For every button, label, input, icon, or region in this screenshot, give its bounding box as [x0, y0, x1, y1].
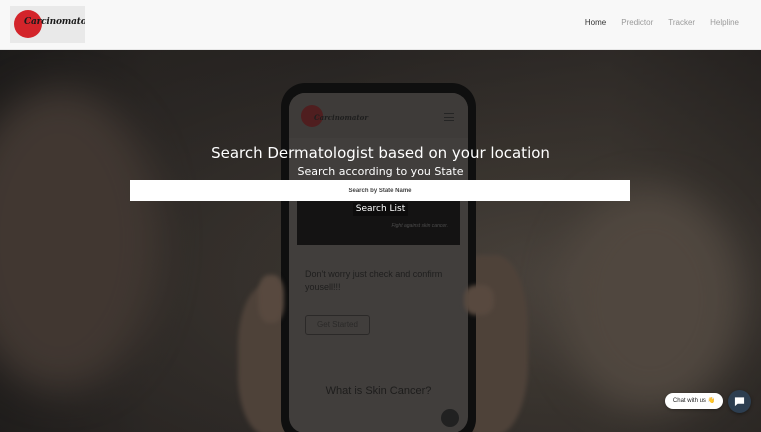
main-nav: Home Predictor Tracker Helpline: [585, 18, 739, 27]
hero-section: Carcinomator Fight against skin cancer. …: [0, 50, 761, 432]
chat-with-us-label[interactable]: Chat with us 👋: [665, 393, 723, 409]
nav-helpline[interactable]: Helpline: [710, 18, 739, 27]
nav-predictor[interactable]: Predictor: [621, 18, 653, 27]
site-header: Carcinomator Home Predictor Tracker Help…: [0, 0, 761, 50]
nav-home[interactable]: Home: [585, 18, 606, 27]
logo-text: Carcinomator: [24, 17, 85, 27]
state-search-input[interactable]: [130, 180, 630, 201]
logo[interactable]: Carcinomator: [10, 6, 85, 43]
hero-overlay: [0, 50, 761, 432]
chat-button[interactable]: [728, 390, 751, 413]
hero-title: Search Dermatologist based on your locat…: [211, 144, 550, 162]
search-list-button[interactable]: Search List: [353, 203, 408, 216]
nav-tracker[interactable]: Tracker: [668, 18, 695, 27]
hero-subtitle: Search according to you State: [297, 165, 464, 178]
chat-bubble-icon: [734, 397, 745, 407]
